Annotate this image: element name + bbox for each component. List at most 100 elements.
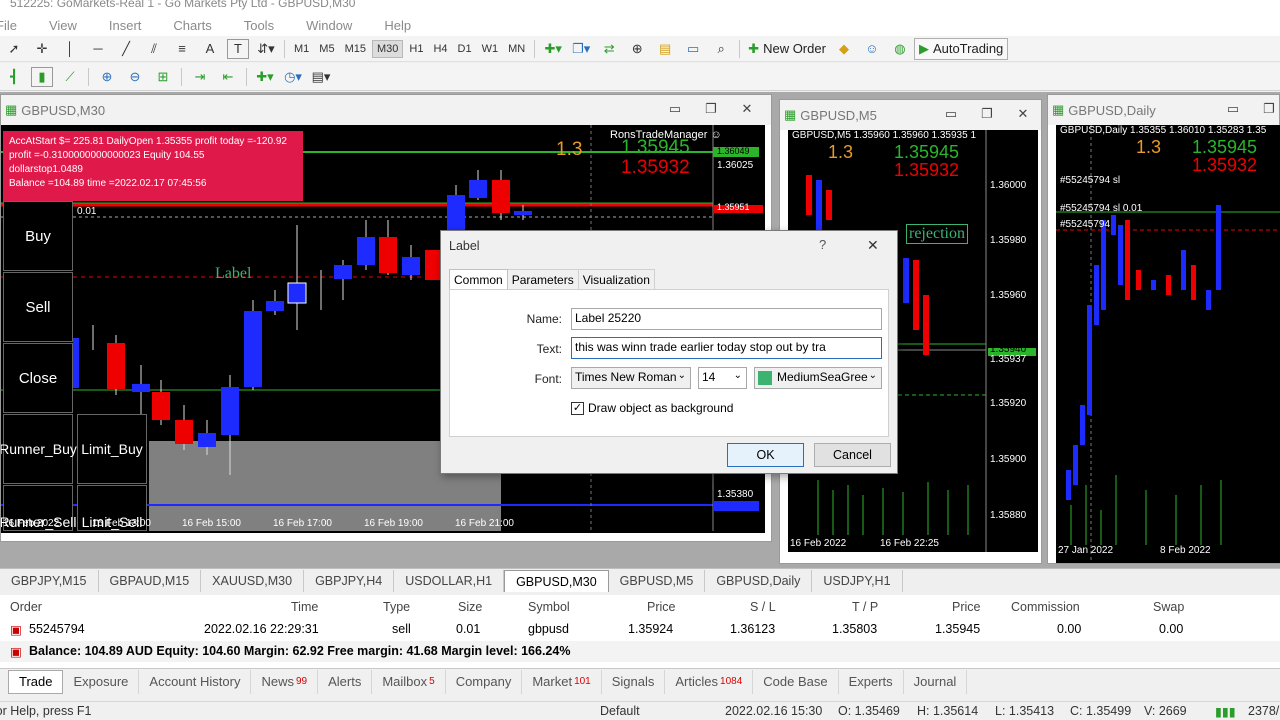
channel-icon[interactable]: ⫽ [143, 39, 165, 59]
minimize-icon[interactable]: ▭ [933, 106, 969, 122]
name-field[interactable]: Label 25220 [571, 308, 882, 330]
timeframe-w1[interactable]: W1 [478, 41, 503, 57]
tab-articles[interactable]: Articles 1084 [665, 669, 754, 694]
buy-button[interactable]: Buy [3, 201, 73, 271]
timeframe-d1[interactable]: D1 [454, 41, 476, 57]
zoom-in-icon[interactable]: ⊕ [96, 67, 118, 87]
menu-charts[interactable]: Charts [173, 18, 211, 33]
column-header-commission[interactable]: Commission [1011, 600, 1080, 614]
font-select[interactable]: Times New Roman ⌄ [571, 367, 691, 389]
timeframe-h1[interactable]: H1 [405, 41, 427, 57]
timeframe-m1[interactable]: M1 [290, 41, 313, 57]
autoscroll-icon[interactable]: ⇥ [189, 67, 211, 87]
text-icon[interactable]: A [199, 39, 221, 59]
column-header-symbol[interactable]: Symbol [528, 600, 570, 614]
draw-background-checkbox[interactable]: ✓ Draw object as background [571, 401, 733, 415]
menu-file[interactable]: File [0, 18, 17, 33]
fibonacci-icon[interactable]: ≡ [171, 39, 193, 59]
column-header-sl[interactable]: S / L [750, 600, 776, 614]
tab-visualization[interactable]: Visualization [578, 269, 655, 291]
data-window-icon[interactable]: ▤ [654, 39, 676, 59]
column-header-type[interactable]: Type [383, 600, 410, 614]
sell-button[interactable]: Sell [3, 272, 73, 342]
horizontal-line-icon[interactable]: ─ [87, 39, 109, 59]
vps-icon[interactable]: ◍ [889, 39, 911, 59]
ok-button[interactable]: OK [727, 443, 804, 467]
text-label-icon[interactable]: T [227, 38, 249, 59]
periods-icon[interactable]: ◷▾ [282, 67, 304, 87]
column-header-price[interactable]: Price [647, 600, 675, 614]
tab-trade[interactable]: Trade [8, 669, 64, 694]
maximize-icon[interactable]: ❐ [969, 106, 1005, 122]
maximize-icon[interactable]: ❐ [693, 101, 729, 117]
timeframe-h4[interactable]: H4 [429, 41, 451, 57]
chart-tab-selected[interactable]: GBPUSD,M30 [504, 570, 609, 592]
column-header-size[interactable]: Size [458, 600, 482, 614]
indicators-icon[interactable]: ✚▾ [254, 67, 276, 87]
text-field[interactable]: this was winn trade earlier today stop o… [571, 337, 882, 359]
maximize-icon[interactable]: ❐ [1251, 101, 1280, 117]
menu-view[interactable]: View [49, 18, 77, 33]
tab-news[interactable]: News 99 [251, 669, 319, 694]
autotrading-button[interactable]: ▶ AutoTrading [913, 37, 1009, 60]
column-header-time[interactable]: Time [291, 600, 318, 614]
line-chart-icon[interactable]: ⟋ [59, 67, 81, 87]
chart-tab[interactable]: GBPUSD,Daily [705, 570, 813, 592]
tab-mailbox[interactable]: Mailbox 5 [372, 669, 446, 694]
help-icon[interactable]: ? [819, 237, 826, 252]
tab-company[interactable]: Company [446, 669, 523, 694]
color-select[interactable]: MediumSeaGree ⌄ [754, 367, 882, 389]
chart-shift-icon[interactable]: ⇤ [217, 67, 239, 87]
cancel-button[interactable]: Cancel [814, 443, 891, 467]
close-button[interactable]: Close [3, 343, 73, 413]
chart-canvas[interactable]: GBPUSD,Daily 1.35355 1.36010 1.35283 1.3… [1056, 125, 1280, 563]
close-icon[interactable]: ✕ [729, 101, 765, 117]
menu-window[interactable]: Window [306, 18, 352, 33]
new-order-button[interactable]: ✚ New Order [744, 39, 830, 59]
menu-help[interactable]: Help [384, 18, 411, 33]
column-header-tp[interactable]: T / P [852, 600, 878, 614]
column-header-swap[interactable]: Swap [1153, 600, 1184, 614]
menu-insert[interactable]: Insert [109, 18, 142, 33]
tab-experts[interactable]: Experts [839, 669, 904, 694]
timeframe-m30[interactable]: M30 [371, 39, 404, 58]
tab-exposure[interactable]: Exposure [63, 669, 140, 694]
bar-chart-icon[interactable]: ┫ [3, 67, 25, 87]
candlestick-icon[interactable]: ▮ [31, 66, 53, 87]
column-header-order[interactable]: Order [10, 600, 42, 614]
tab-parameters[interactable]: Parameters [507, 269, 579, 291]
vertical-line-icon[interactable]: │ [59, 39, 81, 59]
limit-buy-button[interactable]: Limit_Buy [77, 414, 147, 484]
close-icon[interactable]: ✕ [1005, 106, 1041, 122]
tab-market[interactable]: Market 101 [522, 669, 602, 694]
chart-tab[interactable]: XAUUSD,M30 [201, 570, 305, 592]
minimize-icon[interactable]: ▭ [657, 101, 693, 117]
chart-tab[interactable]: USDJPY,H1 [812, 570, 903, 592]
profiles-icon[interactable]: ❐▾ [570, 39, 592, 59]
menu-tools[interactable]: Tools [244, 18, 274, 33]
chart-window-gbpusd-daily[interactable]: ▦ GBPUSD,Daily ▭ ❐ GBPUSD,Daily 1.35355 … [1047, 94, 1280, 564]
market-watch-icon[interactable]: ⇄ [598, 39, 620, 59]
tester-icon[interactable]: ⌕ [710, 39, 732, 59]
chart-tab[interactable]: GBPAUD,M15 [99, 570, 202, 592]
tab-common[interactable]: Common [449, 269, 508, 291]
tab-signals[interactable]: Signals [602, 669, 666, 694]
crosshair-icon[interactable]: ✛ [31, 39, 53, 59]
cursor-icon[interactable]: ➚ [3, 39, 25, 59]
chart-tab[interactable]: GBPJPY,H4 [304, 570, 395, 592]
tile-windows-icon[interactable]: ⊞ [152, 67, 174, 87]
navigator-icon[interactable]: ⊕ [626, 39, 648, 59]
templates-icon[interactable]: ▤▾ [310, 67, 332, 87]
arrows-icon[interactable]: ⇵▾ [255, 39, 277, 59]
tab-account-history[interactable]: Account History [139, 669, 252, 694]
chart-text-annotation[interactable]: rejection [906, 224, 968, 244]
new-chart-icon[interactable]: ✚▾ [542, 39, 564, 59]
chart-tab[interactable]: USDOLLAR,H1 [394, 570, 505, 592]
connection-icon[interactable]: ▮▮▮ [1215, 704, 1236, 719]
timeframe-m15[interactable]: M15 [341, 41, 370, 57]
trendline-icon[interactable]: ╱ [115, 39, 137, 59]
zoom-out-icon[interactable]: ⊖ [124, 67, 146, 87]
chart-tab[interactable]: GBPUSD,M5 [609, 570, 706, 592]
metaeditor-icon[interactable]: ◆ [833, 39, 855, 59]
minimize-icon[interactable]: ▭ [1215, 101, 1251, 117]
